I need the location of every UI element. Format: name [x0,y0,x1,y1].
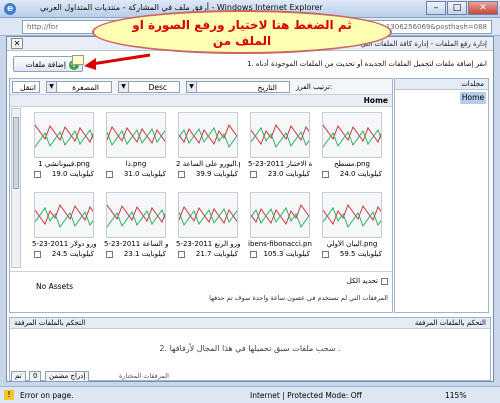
file-name: ذا.png [125,160,147,168]
security-zone: Internet | Protected Mode: Off [250,391,362,400]
chart-thumbnail[interactable] [250,192,310,238]
file-name: اليورو على الساعة 2.png [176,160,240,168]
sort-field-select[interactable]: ▼ التاريخ [186,81,290,93]
bottom-bar: تم 0 إدراج مضمن المرفقات المختارة [9,371,491,383]
chart-thumbnail[interactable] [106,112,166,158]
file-checkbox[interactable] [178,171,185,178]
attached-files-title: التحكم بالملفات المرفقة [414,319,486,327]
file-name: 5-23-2011 اليورو الربع [176,240,240,248]
file-size: 21.7 كيلوبايت [195,250,238,258]
file-name: البيان الأولي.png [326,240,378,248]
chart-thumbnail[interactable] [322,192,382,238]
file-checkbox[interactable] [106,171,113,178]
file-checkbox[interactable] [322,251,329,258]
address-url-left: http://for [27,23,59,31]
instruction-text: 1. انقر إضافة ملفات لتحميل الملفات الجدي… [247,60,487,68]
sort-label: ترتيب الفرز: [296,83,333,91]
chevron-down-icon: ▼ [187,82,197,92]
chart-thumbnail[interactable] [250,112,310,158]
file-checkbox[interactable] [34,171,41,178]
file-tile[interactable]: فيبونانشي 1.png 19.0 كيلوبايت [32,110,96,186]
file-tile[interactable]: مسطح.png 24.0 كيلوبايت [320,110,384,186]
file-tile[interactable]: ذا.png 31.0 كيلوبايت [104,110,168,186]
annotation-text: ثم الضغط هنا لاختيار ورفع الصورة او المل… [132,18,352,48]
file-size: 24.5 كيلوبايت [51,250,94,258]
chart-thumbnail[interactable] [322,112,382,158]
browser-toolbar: انتقل ▼ المصغرة ▼ Desc ▼ التاريخ ترتيب الفر… [10,79,392,95]
file-name: 5-23-2011 اة الاختبار [248,160,312,168]
file-checkbox[interactable] [250,251,257,258]
file-checkbox[interactable] [250,171,257,178]
minimize-button[interactable]: – [426,1,446,15]
file-size: 31.0 كيلوبايت [123,170,166,178]
insert-inline-button[interactable]: إدراج مضمن [45,371,90,382]
file-browser: انتقل ▼ المصغرة ▼ Desc ▼ التاريخ ترتيب الفر… [9,78,393,313]
file-tile[interactable]: 5-23-2011 باليورو دولار 24.5 كيلوبايت [32,190,96,266]
chart-thumbnail[interactable] [106,192,166,238]
cleanup-note: المرفقات التي لم تستخدم في عصون ساعة واح… [209,294,388,302]
selected-attachments-label: المرفقات المختارة [119,372,169,380]
error-text[interactable]: Error on page. [20,391,74,400]
insert-inline-count: 0 [29,371,42,382]
file-size: 59.5 كيلوبايت [339,250,382,258]
path-home: Home [363,96,388,105]
file-size: 105.3 كيلوبايت [263,250,310,258]
file-tile[interactable]: 5-23-2011 باليورو الساعة 23.1 كيلوبايت [104,190,168,266]
ok-button[interactable]: تم [11,371,26,382]
file-checkbox[interactable] [322,171,329,178]
chart-thumbnail[interactable] [34,192,94,238]
chart-thumbnail[interactable] [34,112,94,158]
file-tile[interactable]: ibens-fibonacci.png 105.3 كيلوبايت [248,190,312,266]
file-tile[interactable]: البيان الأولي.png 59.5 كيلوبايت [320,190,384,266]
file-tile[interactable]: اليورو على الساعة 2.png 39.9 كيلوبايت [176,110,240,186]
browser-footer: No Assets تحديد الكل المرفقات التي لم تس… [10,271,392,313]
file-size: 23.1 كيلوبايت [123,250,166,258]
file-checkbox[interactable] [106,251,113,258]
view-select[interactable]: ▼ المصغرة [46,81,112,93]
file-size: 39.9 كيلوبايت [195,170,238,178]
file-tile[interactable]: 5-23-2011 اليورو الربع 21.7 كيلوبايت [176,190,240,266]
annotation-callout: ثم الضغط هنا لاختيار ورفع الصورة او المل… [92,10,392,54]
drop-zone-text[interactable]: 2. سحب ملفات سبق تحميلها في هذا المجال ل… [10,344,490,353]
chevron-down-icon: ▼ [47,82,57,92]
file-tile[interactable]: 5-23-2011 اة الاختبار 23.0 كيلوبايت [248,110,312,186]
thumbnail-grid: مسطح.png 24.0 كيلوبايت 5-23-2011 اة الاختب… [24,110,390,270]
chevron-down-icon: ▼ [119,82,129,92]
folders-panel: مجلدات Home [394,78,489,313]
file-name: 5-23-2011 باليورو دولار [32,240,96,248]
order-select[interactable]: ▼ Desc [118,81,180,93]
select-all-checkbox[interactable] [381,277,388,285]
chart-thumbnail[interactable] [178,192,238,238]
no-assets-text: No Assets [36,282,73,291]
ie-icon: e [4,3,16,15]
attached-files-left-title: التحكم بالملفات المرفقة [14,319,86,327]
cursor-tooltip [72,55,84,65]
file-checkbox[interactable] [178,251,185,258]
close-window-button[interactable]: ✕ [468,1,498,15]
folder-home[interactable]: Home [460,92,486,104]
go-button[interactable]: انتقل [12,81,40,93]
folders-title: مجلدات [395,79,488,90]
file-name: مسطح.png [334,160,370,168]
file-size: 19.0 كيلوبايت [51,170,94,178]
attachment-manager: ✕ إدارة رفع الملفات - إدارة كافة الملفات… [6,36,494,382]
warning-icon: ! [4,390,14,400]
maximize-button[interactable]: □ [447,1,467,15]
file-size: 24.0 كيلوبايت [339,170,382,178]
file-checkbox[interactable] [34,251,41,258]
vertical-scrollbar[interactable] [11,108,21,268]
file-name: فيبونانشي 1.png [38,160,90,168]
path-bar: Home [10,95,392,107]
select-all[interactable]: تحديد الكل [347,277,388,285]
zoom-level[interactable]: 115% [445,391,466,400]
close-icon[interactable]: ✕ [11,38,23,49]
chart-thumbnail[interactable] [178,112,238,158]
status-bar: ! Error on page. Internet | Protected Mo… [0,386,500,403]
file-name: 5-23-2011 باليورو الساعة [104,240,168,248]
file-name: ibens-fibonacci.png [248,240,312,248]
file-size: 23.0 كيلوبايت [267,170,310,178]
add-files-label: إضافة ملفات [25,60,66,69]
scroll-thumb[interactable] [13,117,19,189]
